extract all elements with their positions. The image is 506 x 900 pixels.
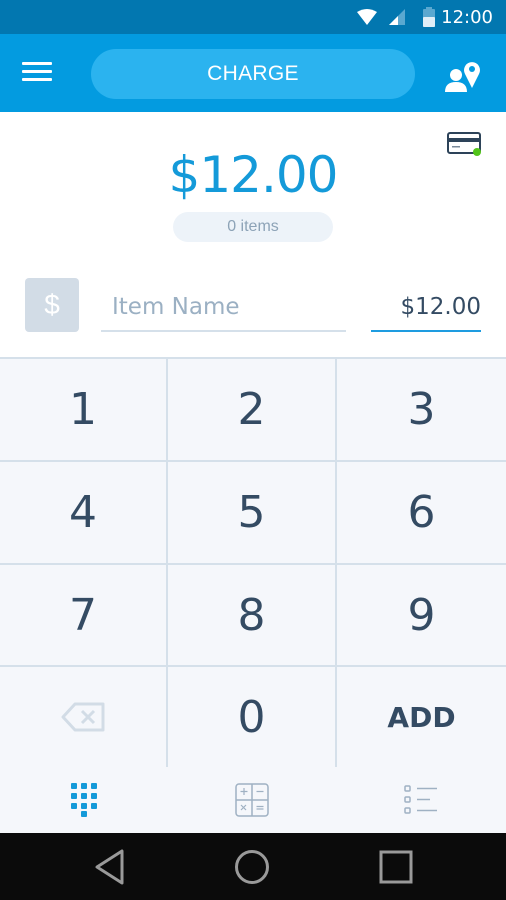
- list-icon: [404, 785, 437, 814]
- total-amount: $12.00: [168, 146, 339, 204]
- item-type-button[interactable]: $: [25, 278, 79, 332]
- battery-icon: [423, 7, 435, 27]
- charge-button[interactable]: CHARGE: [91, 49, 415, 99]
- recents-icon: [379, 850, 413, 884]
- keypad-icon: [71, 783, 97, 817]
- key-9[interactable]: 9: [337, 565, 506, 667]
- backspace-button[interactable]: [0, 667, 168, 769]
- tab-keypad[interactable]: [0, 767, 168, 833]
- app-bar: CHARGE: [0, 34, 506, 112]
- signal-icon: [389, 9, 405, 25]
- recents-button[interactable]: [376, 847, 416, 887]
- wifi-icon: [357, 9, 377, 25]
- tab-bar: [0, 767, 506, 833]
- items-count-badge[interactable]: 0 items: [173, 212, 333, 242]
- calculator-icon: [235, 783, 269, 817]
- key-0[interactable]: 0: [168, 667, 337, 769]
- key-3[interactable]: 3: [337, 359, 506, 462]
- item-name-input[interactable]: [101, 284, 346, 332]
- hamburger-menu-icon[interactable]: [22, 62, 52, 84]
- key-2[interactable]: 2: [168, 359, 337, 462]
- backspace-icon: [61, 702, 105, 732]
- tab-calculator[interactable]: [168, 767, 336, 833]
- key-8[interactable]: 8: [168, 565, 337, 667]
- home-icon: [235, 850, 269, 884]
- user-location-icon[interactable]: [445, 58, 483, 92]
- key-5[interactable]: 5: [168, 462, 337, 565]
- key-4[interactable]: 4: [0, 462, 168, 565]
- status-bar: 12:00: [0, 0, 506, 34]
- tab-item-list[interactable]: [337, 767, 505, 833]
- system-nav-bar: [0, 833, 506, 900]
- home-button[interactable]: [232, 847, 272, 887]
- key-6[interactable]: 6: [337, 462, 506, 565]
- back-icon: [95, 849, 124, 885]
- key-1[interactable]: 1: [0, 359, 168, 462]
- back-button[interactable]: [90, 847, 130, 887]
- add-button[interactable]: ADD: [337, 667, 506, 769]
- keypad: 1 2 3 4 5 6 7 8 9 0 ADD: [0, 357, 506, 769]
- clock: 12:00: [441, 7, 493, 28]
- key-7[interactable]: 7: [0, 565, 168, 667]
- amount-area: $12.00 0 items $ $12.00: [0, 112, 506, 357]
- price-input[interactable]: $12.00: [371, 284, 481, 332]
